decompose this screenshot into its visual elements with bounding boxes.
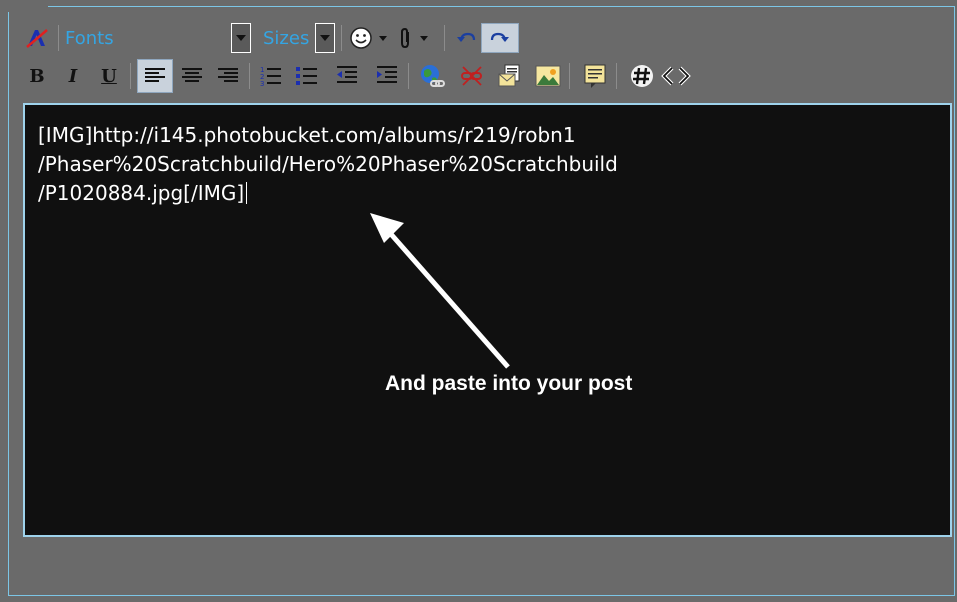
editor-line: /P1020884.jpg[/IMG] bbox=[38, 181, 245, 205]
align-right-icon bbox=[218, 68, 238, 82]
toolbar-separator bbox=[341, 25, 342, 51]
toolbar-separator bbox=[130, 63, 131, 89]
sizes-dropdown-label[interactable]: Sizes bbox=[263, 28, 315, 49]
toolbar-separator bbox=[616, 63, 617, 89]
undo-icon bbox=[457, 32, 476, 42]
toolbar-separator bbox=[408, 63, 409, 89]
editor-line: [IMG]http://i145.photobucket.com/albums/… bbox=[38, 123, 576, 147]
outdent-button[interactable] bbox=[332, 61, 362, 91]
insert-link-button[interactable] bbox=[417, 61, 447, 91]
toolbar-separator bbox=[58, 25, 59, 51]
italic-button[interactable]: I bbox=[58, 61, 88, 91]
redo-icon bbox=[490, 32, 509, 42]
annotation-text: And paste into your post bbox=[385, 372, 633, 395]
smiley-icon bbox=[350, 27, 372, 49]
fonts-dropdown-label[interactable]: Fonts bbox=[65, 28, 231, 49]
chevron-down-icon bbox=[236, 35, 246, 41]
underline-button[interactable]: U bbox=[94, 61, 124, 91]
toolbar-row-1: Fonts Sizes bbox=[22, 23, 519, 53]
indent-icon bbox=[377, 66, 397, 83]
align-left-icon bbox=[145, 68, 165, 82]
hash-icon bbox=[631, 65, 653, 87]
align-left-button[interactable] bbox=[137, 59, 173, 93]
annotation-arrow-icon bbox=[370, 213, 510, 369]
insert-code-button[interactable] bbox=[627, 61, 657, 91]
undo-button[interactable] bbox=[451, 23, 481, 53]
toolbar-separator bbox=[569, 63, 570, 89]
attachment-button[interactable] bbox=[388, 23, 438, 53]
sizes-dropdown-button[interactable] bbox=[315, 23, 335, 53]
ordered-list-button[interactable]: 1 2 3 bbox=[256, 61, 286, 91]
align-center-button[interactable] bbox=[177, 61, 207, 91]
bold-button[interactable]: B bbox=[22, 61, 52, 91]
unordered-list-button[interactable] bbox=[292, 61, 322, 91]
chevron-down-icon bbox=[379, 35, 387, 41]
email-icon bbox=[498, 64, 520, 87]
toolbar-row-2: B I U 1 2 3 bbox=[22, 59, 691, 93]
underline-icon: U bbox=[101, 65, 117, 87]
image-icon bbox=[535, 65, 561, 87]
insert-image-button[interactable] bbox=[533, 61, 563, 91]
svg-text:3: 3 bbox=[260, 80, 264, 87]
redo-button[interactable] bbox=[481, 23, 519, 53]
insert-html-button[interactable] bbox=[661, 61, 691, 91]
chevron-down-icon bbox=[420, 35, 428, 41]
paperclip-icon bbox=[401, 27, 409, 49]
globe-link-icon bbox=[421, 65, 445, 87]
fonts-dropdown-button[interactable] bbox=[231, 23, 251, 53]
editor-content: [IMG]http://i145.photobucket.com/albums/… bbox=[38, 121, 618, 208]
outdent-icon bbox=[337, 66, 357, 83]
italic-icon: I bbox=[68, 65, 78, 87]
toolbar-separator bbox=[249, 63, 250, 89]
editor-line: /Phaser%20Scratchbuild/Hero%20Phaser%20S… bbox=[38, 152, 618, 176]
bold-icon: B bbox=[29, 65, 45, 87]
remove-link-button[interactable] bbox=[457, 61, 487, 91]
unlink-icon bbox=[461, 66, 482, 86]
align-right-button[interactable] bbox=[213, 61, 243, 91]
html-code-icon bbox=[661, 66, 691, 86]
insert-quote-button[interactable] bbox=[580, 61, 610, 91]
frame-legend-gap bbox=[8, 0, 48, 12]
text-caret bbox=[246, 182, 248, 204]
remove-format-icon[interactable] bbox=[22, 23, 52, 53]
quote-icon bbox=[584, 64, 606, 88]
ordered-list-icon: 1 2 3 bbox=[260, 66, 281, 87]
indent-button[interactable] bbox=[372, 61, 402, 91]
align-center-icon bbox=[182, 68, 202, 82]
insert-email-button[interactable] bbox=[495, 61, 525, 91]
bullet-list-icon bbox=[296, 67, 317, 85]
chevron-down-icon bbox=[320, 35, 330, 41]
emoticon-button[interactable] bbox=[348, 23, 388, 53]
toolbar-separator bbox=[444, 25, 445, 51]
